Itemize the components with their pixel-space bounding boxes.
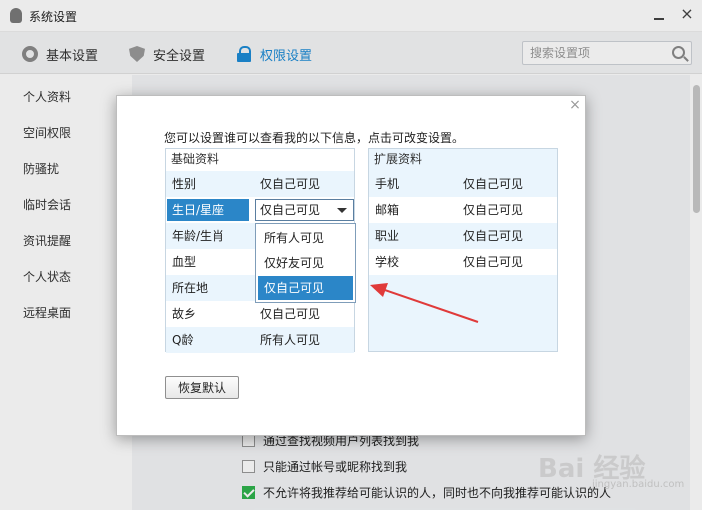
dropdown-option-friends[interactable]: 仅好友可见: [258, 251, 353, 275]
table-row[interactable]: 学校 仅自己可见: [369, 249, 557, 275]
visibility-dropdown-list: 所有人可见 仅好友可见 仅自己可见: [255, 223, 356, 303]
table-row[interactable]: 性别 仅自己可见: [166, 171, 354, 197]
field-name: Q龄: [172, 333, 194, 347]
table-row[interactable]: 手机 仅自己可见: [369, 171, 557, 197]
table-row-selected[interactable]: 生日/星座 仅自己可见: [166, 197, 354, 223]
field-name: 职业: [375, 229, 400, 243]
visibility-select[interactable]: 仅自己可见: [255, 199, 354, 221]
permission-dialog: × 您可以设置谁可以查看我的以下信息，点击可改变设置。 基础资料 性别 仅自己可…: [116, 95, 586, 436]
dialog-close-button[interactable]: ×: [568, 98, 582, 112]
field-name: 故乡: [172, 307, 197, 321]
field-name: 性别: [172, 177, 197, 191]
table-row[interactable]: 职业 仅自己可见: [369, 223, 557, 249]
chevron-down-icon[interactable]: [337, 208, 347, 213]
dropdown-option-self[interactable]: 仅自己可见: [258, 276, 353, 300]
panel-header: 基础资料: [166, 149, 354, 171]
restore-default-button[interactable]: 恢复默认: [165, 376, 239, 399]
field-visibility: 仅自己可见: [260, 177, 321, 191]
field-visibility: 所有人可见: [260, 333, 321, 347]
dropdown-option-everyone[interactable]: 所有人可见: [258, 226, 353, 250]
field-name: 生日/星座: [167, 199, 249, 221]
baidu-watermark: Bai 经验 jingyan.baidu.com: [538, 448, 684, 490]
table-row[interactable]: 邮箱 仅自己可见: [369, 197, 557, 223]
extended-info-panel: 扩展资料 手机 仅自己可见 邮箱 仅自己可见 职业 仅自己可见 学校 仅自己可见: [368, 148, 558, 352]
field-visibility: 仅自己可见: [463, 255, 524, 269]
field-visibility: 仅自己可见: [463, 229, 524, 243]
field-name: 手机: [375, 177, 400, 191]
field-visibility: 仅自己可见: [463, 203, 524, 217]
field-name: 年龄/生肖: [172, 229, 225, 243]
field-visibility: 仅自己可见: [260, 307, 321, 321]
field-name: 邮箱: [375, 203, 400, 217]
select-value: 仅自己可见: [260, 203, 321, 217]
table-row[interactable]: Q龄 所有人可见: [166, 327, 354, 353]
watermark-sub: jingyan.baidu.com: [592, 479, 685, 490]
field-name: 学校: [375, 255, 400, 269]
field-name: 血型: [172, 255, 197, 269]
table-row[interactable]: 故乡 仅自己可见: [166, 301, 354, 327]
dialog-instruction: 您可以设置谁可以查看我的以下信息，点击可改变设置。: [164, 131, 465, 145]
field-name: 所在地: [172, 281, 209, 295]
field-visibility: 仅自己可见: [463, 177, 524, 191]
panel-header: 扩展资料: [374, 152, 423, 166]
